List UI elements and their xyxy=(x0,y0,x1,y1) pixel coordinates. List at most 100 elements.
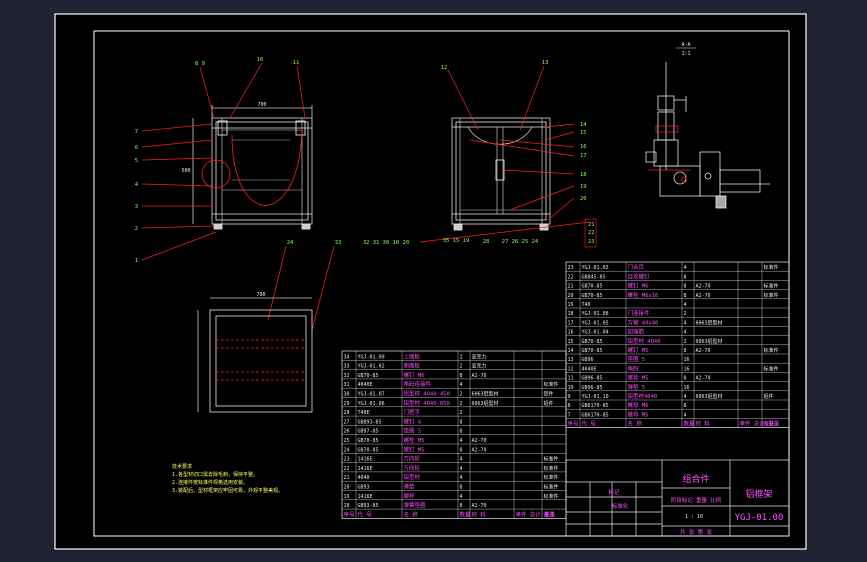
bom-right-cell: 2 xyxy=(684,311,687,317)
bom-right-cell: 4 xyxy=(684,394,687,400)
bom-right-cell: YGJ-01.03 xyxy=(582,265,609,271)
bom-left-cell: 万向轮 xyxy=(404,464,421,472)
balloon-front-8[interactable]: 2 xyxy=(135,226,138,232)
bom-left-cell: 1 xyxy=(460,354,463,360)
notes-line-1: 1.各型材切口需去除毛刺，保持平整。 xyxy=(172,471,258,478)
balloon-side-14[interactable]: 14 xyxy=(580,122,587,128)
bom-right-cell: 铝件 xyxy=(764,393,774,400)
balloon-front-5[interactable]: 5 xyxy=(135,158,138,164)
balloon-side-22[interactable]: 22 xyxy=(588,230,595,236)
bom-right-cell: 7 xyxy=(568,412,571,418)
balloon-side-20[interactable]: 20 xyxy=(580,196,587,202)
bom-right-cell: 6063铝型材 xyxy=(696,393,723,400)
bom-right-cell: A2-70 xyxy=(696,293,711,299)
bom-right-cell: 角码 xyxy=(628,364,640,372)
balloon-bottom-3[interactable]: 35 15 19 xyxy=(443,238,470,244)
bom-left-cell: T40E xyxy=(358,410,370,416)
width-dimension: 700 xyxy=(257,102,266,108)
cad-sheet[interactable]: 700 500 8 9 16 11 7 6 5 4 3 2 1 xyxy=(0,0,867,562)
balloon-front-4[interactable]: 6 xyxy=(135,145,138,151)
balloon-side-23[interactable]: 23 xyxy=(588,239,595,245)
bom-left-cell: 备注 xyxy=(544,510,556,518)
bom-left-cell: 6063铝型材 xyxy=(472,400,499,407)
bom-left-cell: 26 xyxy=(344,429,350,435)
bom-left-cell: YGJ-01.09 xyxy=(358,354,385,360)
balloon-side-16[interactable]: 16 xyxy=(580,144,587,150)
bom-right-cell: 标准件 xyxy=(764,264,779,271)
bom-right-cell: 16 xyxy=(684,357,690,363)
bom-right-cell: 4 xyxy=(684,320,687,326)
bom-right-cell: 8 xyxy=(684,274,687,280)
balloon-front-0[interactable]: 8 9 xyxy=(195,61,205,67)
process-label: 标准化 xyxy=(612,502,629,510)
bom-left-cell: A2-70 xyxy=(472,447,487,453)
assembly-name: 组合件 xyxy=(682,473,709,485)
bom-left-cell: 角码连接件 xyxy=(404,380,432,388)
bom-right-cell: 螺母 M6 xyxy=(628,401,649,409)
bom-left-cell: YGJ-01.06 xyxy=(358,401,385,407)
bom-right-cell: GB96-85 xyxy=(582,385,603,391)
section-scale: 1:1 xyxy=(681,51,690,57)
bom-left-cell: 1416E xyxy=(358,494,373,500)
bom-right-cell: 4 xyxy=(684,302,687,308)
bom-left-cell: YGJ-01.02 xyxy=(358,364,385,370)
bom-left-cell: 22 xyxy=(344,466,350,472)
balloon-bottom-2[interactable]: 32 31 30 10 20 xyxy=(363,240,409,246)
notes-line-2: 2.连接件按标准件规格选用安装。 xyxy=(172,479,248,486)
bom-right-cell: 20 xyxy=(568,293,574,299)
bom-left-cell: 1416E xyxy=(358,457,373,463)
bom-left-cell: 8 xyxy=(460,485,463,491)
bom-right-cell: 19 xyxy=(568,302,574,308)
balloon-side-12[interactable]: 12 xyxy=(441,65,448,71)
balloon-front-2[interactable]: 11 xyxy=(293,60,300,66)
bom-left-cell: 21 xyxy=(344,475,350,481)
bom-left-cell: 32 xyxy=(344,373,350,379)
bom-right-cell: 4 xyxy=(684,330,687,336)
cad-drawing-viewport[interactable]: 700 500 8 9 16 11 7 6 5 4 3 2 1 xyxy=(0,0,867,562)
bom-right-cell: 18 xyxy=(568,311,574,317)
balloon-side-18[interactable]: 18 xyxy=(580,172,587,178)
bom-right-cell: 12 xyxy=(568,366,574,372)
balloon-side-17[interactable]: 17 xyxy=(580,153,587,159)
bom-right-cell: 螺钉 M6 xyxy=(628,282,649,290)
bom-left-cell: 8 xyxy=(460,373,463,379)
bom-right-cell: 22 xyxy=(568,274,574,280)
balloon-bottom-5[interactable]: 27 26 25 24 xyxy=(502,239,539,245)
bom-right-cell: 8 xyxy=(684,348,687,354)
bom-left-cell: 铝型材 xyxy=(404,473,421,481)
balloon-front-3[interactable]: 7 xyxy=(135,129,138,135)
balloon-side-19[interactable]: 19 xyxy=(580,184,587,190)
bom-right-cell: 名 称 xyxy=(628,420,643,428)
balloon-side-13[interactable]: 13 xyxy=(542,60,549,66)
bom-left-cell: 27 xyxy=(344,419,350,425)
bom-left-cell: 4 xyxy=(460,382,463,388)
bom-left-cell: 33 xyxy=(344,364,350,370)
bom-right-cell: 弹垫 5 xyxy=(628,383,646,391)
bom-right-cell: 15 xyxy=(568,339,574,345)
bom-left-cell: 2 xyxy=(460,401,463,407)
bom-right-cell: 16 xyxy=(568,330,574,336)
bom-left-cell: 8 xyxy=(460,429,463,435)
balloon-side-15[interactable]: 15 xyxy=(580,130,587,136)
balloon-front-1[interactable]: 16 xyxy=(257,57,264,63)
bom-right-cell: 6063铝型材 xyxy=(696,319,723,326)
bom-right-cell: GB70-85 xyxy=(582,339,603,345)
bom-left-cell: 6063铝型材 xyxy=(472,391,499,398)
bom-right-cell: YGJ-01.04 xyxy=(582,330,609,336)
balloon-side-21[interactable]: 21 xyxy=(588,222,595,228)
bom-left-cell: 2 xyxy=(460,410,463,416)
balloon-bottom-4[interactable]: 28 xyxy=(483,239,490,245)
balloon-front-9[interactable]: 1 xyxy=(135,258,138,264)
top-width-dimension: 700 xyxy=(256,292,265,298)
bom-right-cell: 8 xyxy=(568,403,571,409)
bom-left-cell: 螺钉 M6 xyxy=(404,371,425,379)
bom-right-cell: 螺栓 M6x16 xyxy=(628,291,659,299)
balloon-bottom-1[interactable]: 33 xyxy=(335,240,342,246)
bom-left-cell: 2 xyxy=(460,392,463,398)
bom-right-cell: YGJ-01.05 xyxy=(582,320,609,326)
balloon-bottom-0[interactable]: 24 xyxy=(287,240,294,246)
bom-left-cell: GB893-85 xyxy=(358,419,382,425)
bom-left-cell: 螺钉 M5 xyxy=(404,445,425,453)
bom-left-cell: GB93 xyxy=(358,485,370,491)
balloon-front-7[interactable]: 3 xyxy=(135,204,138,210)
